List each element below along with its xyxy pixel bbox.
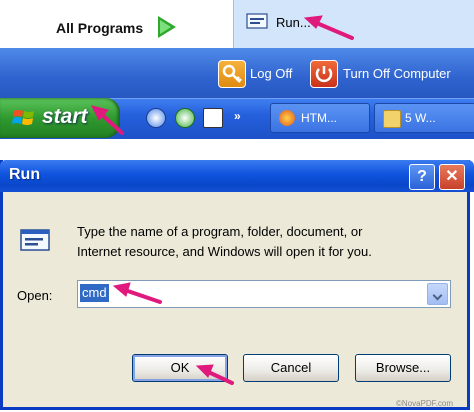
dialog-description: Type the name of a program, folder, docu… [77,222,457,262]
description-line: Type the name of a program, folder, docu… [77,224,363,239]
start-button[interactable]: start [0,98,120,138]
taskbar-item-label: 5 W... [405,111,436,125]
windows-logo-icon [12,110,34,125]
open-combobox[interactable] [77,280,451,308]
open-input-value[interactable]: cmd [80,284,109,302]
taskbar-item-firefox[interactable]: HTM... [270,103,370,133]
firefox-icon [279,110,295,126]
run-icon [20,229,50,251]
help-button[interactable]: ? [409,164,435,190]
close-button[interactable]: ✕ [439,164,465,190]
all-programs-label: All Programs [56,20,144,36]
all-programs-item[interactable]: All Programs [0,0,233,48]
quicklaunch-chevron[interactable]: » [234,109,241,123]
turn-off-computer-button[interactable]: Turn Off Computer [343,66,451,81]
folder-icon [383,110,401,128]
run-menu-item[interactable]: Run... [233,0,474,48]
open-label: Open: [17,288,53,303]
notepad-icon[interactable] [203,108,223,128]
power-icon[interactable] [310,60,338,88]
log-off-bar: Log Off Turn Off Computer [0,48,474,98]
run-menu-label: Run... [276,15,311,30]
globe-icon[interactable] [175,108,195,128]
description-line: Internet resource, and Windows will open… [77,244,372,259]
browse-button[interactable]: Browse... [355,354,451,382]
run-icon [246,13,268,29]
start-label: start [42,105,88,128]
dialog-title: Run [9,166,41,183]
ok-button[interactable]: OK [132,354,228,382]
cancel-button[interactable]: Cancel [243,354,339,382]
dialog-title-bar[interactable]: Run [0,160,474,192]
taskbar-item-folder[interactable]: 5 W... [374,103,474,133]
internet-explorer-icon[interactable] [146,108,166,128]
green-arrow-icon [158,16,176,38]
taskbar-item-label: HTM... [301,111,337,125]
log-off-button[interactable]: Log Off [250,66,292,81]
dropdown-arrow-button[interactable] [427,283,448,305]
key-icon[interactable] [218,60,246,88]
copyright-watermark: ©NovaPDF.com [396,399,454,408]
